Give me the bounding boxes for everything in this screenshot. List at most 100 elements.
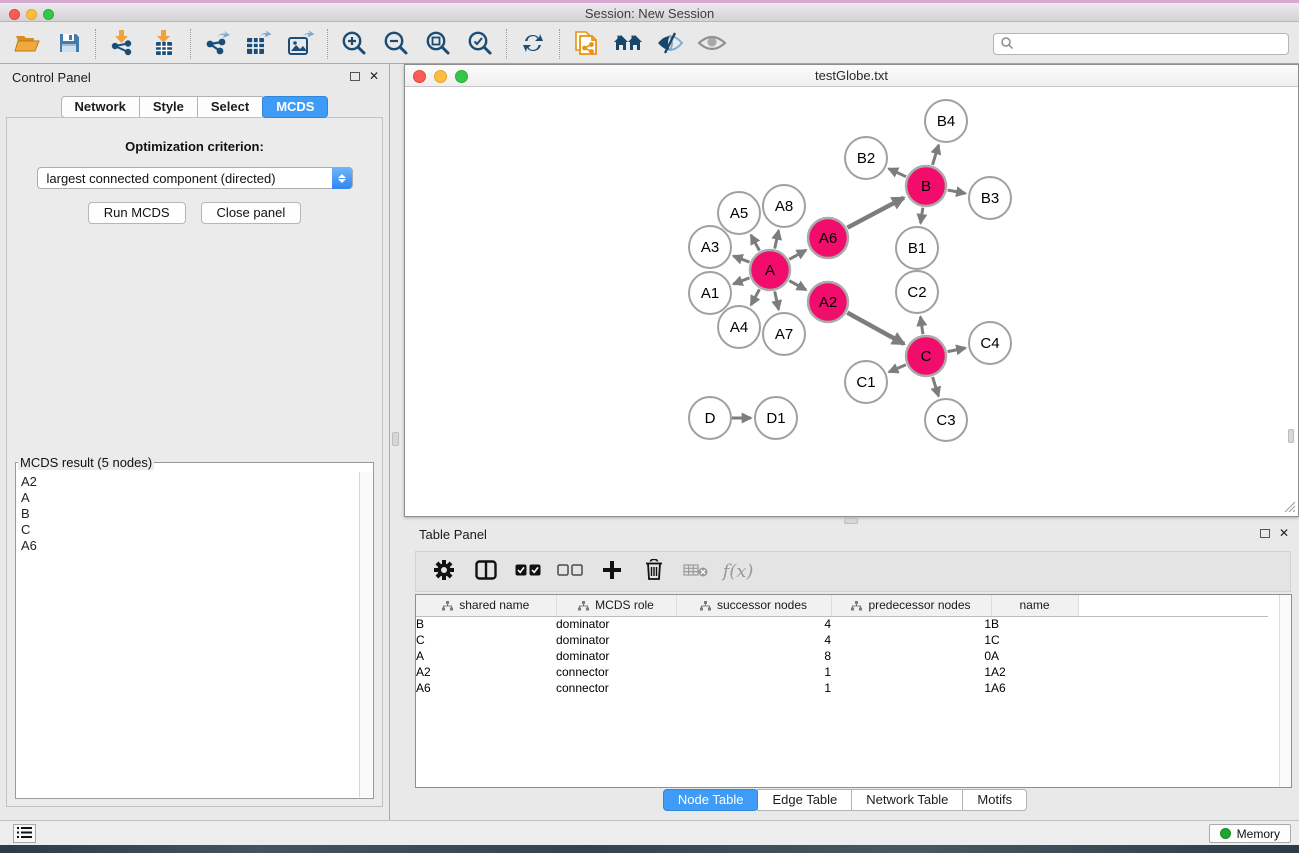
run-mcds-button[interactable]: Run MCDS (88, 202, 186, 224)
export-table-button[interactable] (238, 28, 280, 60)
graph-node-b3[interactable]: B3 (969, 177, 1011, 219)
zoom-in-button[interactable] (333, 28, 375, 60)
cell-mcds-role[interactable]: connector (556, 664, 676, 680)
table-scrollbar[interactable] (1279, 595, 1291, 787)
table-settings-button[interactable] (426, 556, 462, 588)
graph-node-b2[interactable]: B2 (845, 137, 887, 179)
graph-edge-b-b4[interactable] (932, 145, 938, 165)
cell-mcds-role[interactable]: dominator (556, 632, 676, 648)
window-resize-grip[interactable] (1284, 501, 1296, 513)
function-builder-button[interactable]: f(x) (720, 556, 756, 588)
graph-edge-a6-b[interactable] (847, 198, 903, 228)
cell-mcds-role[interactable]: dominator (556, 616, 676, 632)
cell-shared-name[interactable]: A2 (416, 664, 556, 680)
import-table-button[interactable] (143, 28, 185, 60)
graph-node-a5[interactable]: A5 (718, 192, 760, 234)
show-hide-panels-button[interactable] (691, 28, 733, 60)
graph-node-a[interactable]: A (750, 250, 790, 290)
export-image-button[interactable] (280, 28, 322, 60)
cell-successor-nodes[interactable]: 1 (676, 680, 831, 696)
graph-edge-a-a4[interactable] (751, 289, 760, 305)
graph-node-c2[interactable]: C2 (896, 271, 938, 313)
mcds-result-list[interactable]: A2ABCA6 (17, 472, 359, 797)
graph-edge-a2-c[interactable] (847, 313, 904, 344)
result-item-a6[interactable]: A6 (21, 538, 359, 554)
tab-select[interactable]: Select (197, 96, 263, 118)
graph-node-b1[interactable]: B1 (896, 227, 938, 269)
cell-name[interactable]: A (991, 648, 1078, 664)
graph-edge-c-c1[interactable] (889, 365, 906, 372)
toggle-visibility-button[interactable] (649, 28, 691, 60)
graph-edge-c-c4[interactable] (948, 348, 966, 352)
open-session-button[interactable] (6, 28, 48, 60)
cell-successor-nodes[interactable]: 4 (676, 616, 831, 632)
tab-mcds[interactable]: MCDS (262, 96, 328, 118)
tab-style[interactable]: Style (139, 96, 198, 118)
table-row[interactable]: A6connector11A6 (416, 680, 1268, 696)
task-history-button[interactable] (13, 824, 36, 843)
cell-name[interactable]: A6 (991, 680, 1078, 696)
tab-network[interactable]: Network (61, 96, 140, 118)
cell-successor-nodes[interactable]: 4 (676, 632, 831, 648)
float-panel-icon[interactable] (1260, 529, 1270, 538)
graph-edge-a-a2[interactable] (789, 281, 806, 290)
graph-node-c1[interactable]: C1 (845, 361, 887, 403)
export-network-button[interactable] (196, 28, 238, 60)
column-header-successor-nodes[interactable]: successor nodes (676, 595, 831, 616)
graph-node-b4[interactable]: B4 (925, 100, 967, 142)
graph-edge-a-a1[interactable] (733, 278, 749, 284)
cell-successor-nodes[interactable]: 8 (676, 648, 831, 664)
graph-node-d1[interactable]: D1 (755, 397, 797, 439)
result-item-a2[interactable]: A2 (21, 474, 359, 490)
import-network-button[interactable] (101, 28, 143, 60)
deselect-all-columns-button[interactable] (552, 556, 588, 588)
cell-predecessor-nodes[interactable]: 1 (831, 632, 991, 648)
graph-node-c[interactable]: C (906, 336, 946, 376)
graph-node-c3[interactable]: C3 (925, 399, 967, 441)
cell-predecessor-nodes[interactable]: 1 (831, 664, 991, 680)
table-row[interactable]: Bdominator41B (416, 616, 1268, 632)
float-panel-icon[interactable] (350, 72, 360, 81)
delete-table-button[interactable] (678, 556, 714, 588)
graph-node-a2[interactable]: A2 (808, 282, 848, 322)
cell-shared-name[interactable]: A (416, 648, 556, 664)
cell-mcds-role[interactable]: dominator (556, 648, 676, 664)
cell-shared-name[interactable]: B (416, 616, 556, 632)
graph-node-a3[interactable]: A3 (689, 226, 731, 268)
graph-node-a7[interactable]: A7 (763, 313, 805, 355)
graph-edge-b-b3[interactable] (948, 190, 966, 193)
column-header-shared-name[interactable]: shared name (416, 595, 556, 616)
select-all-columns-button[interactable] (510, 556, 546, 588)
table-tab-node-table[interactable]: Node Table (663, 789, 759, 811)
close-panel-icon[interactable]: ✕ (1279, 528, 1289, 538)
graph-node-d[interactable]: D (689, 397, 731, 439)
table-row[interactable]: Cdominator41C (416, 632, 1268, 648)
graph-edge-a-a3[interactable] (733, 256, 749, 262)
zoom-selected-button[interactable] (459, 28, 501, 60)
graph-edge-c-c3[interactable] (933, 377, 939, 396)
cell-predecessor-nodes[interactable]: 1 (831, 616, 991, 632)
cell-shared-name[interactable]: A6 (416, 680, 556, 696)
cell-name[interactable]: C (991, 632, 1078, 648)
table-tab-network-table[interactable]: Network Table (851, 789, 963, 811)
graph-edge-b-b2[interactable] (889, 169, 906, 177)
graph-node-a6[interactable]: A6 (808, 218, 848, 258)
split-divider-handle[interactable] (392, 432, 399, 446)
close-panel-icon[interactable]: ✕ (369, 71, 379, 81)
zoom-out-button[interactable] (375, 28, 417, 60)
search-input[interactable] (1014, 37, 1282, 51)
network-window-titlebar[interactable]: testGlobe.txt (405, 65, 1298, 87)
graph-edge-a-a6[interactable] (789, 250, 806, 259)
column-header-predecessor-nodes[interactable]: predecessor nodes (831, 595, 991, 616)
graph-node-c4[interactable]: C4 (969, 322, 1011, 364)
show-all-networks-button[interactable] (607, 28, 649, 60)
cell-shared-name[interactable]: C (416, 632, 556, 648)
graph-edge-a-a5[interactable] (751, 235, 760, 251)
column-header-mcds-role[interactable]: MCDS role (556, 595, 676, 616)
result-item-a[interactable]: A (21, 490, 359, 506)
graph-node-b[interactable]: B (906, 166, 946, 206)
cell-predecessor-nodes[interactable]: 0 (831, 648, 991, 664)
cell-mcds-role[interactable]: connector (556, 680, 676, 696)
save-session-button[interactable] (48, 28, 90, 60)
create-column-button[interactable] (594, 556, 630, 588)
